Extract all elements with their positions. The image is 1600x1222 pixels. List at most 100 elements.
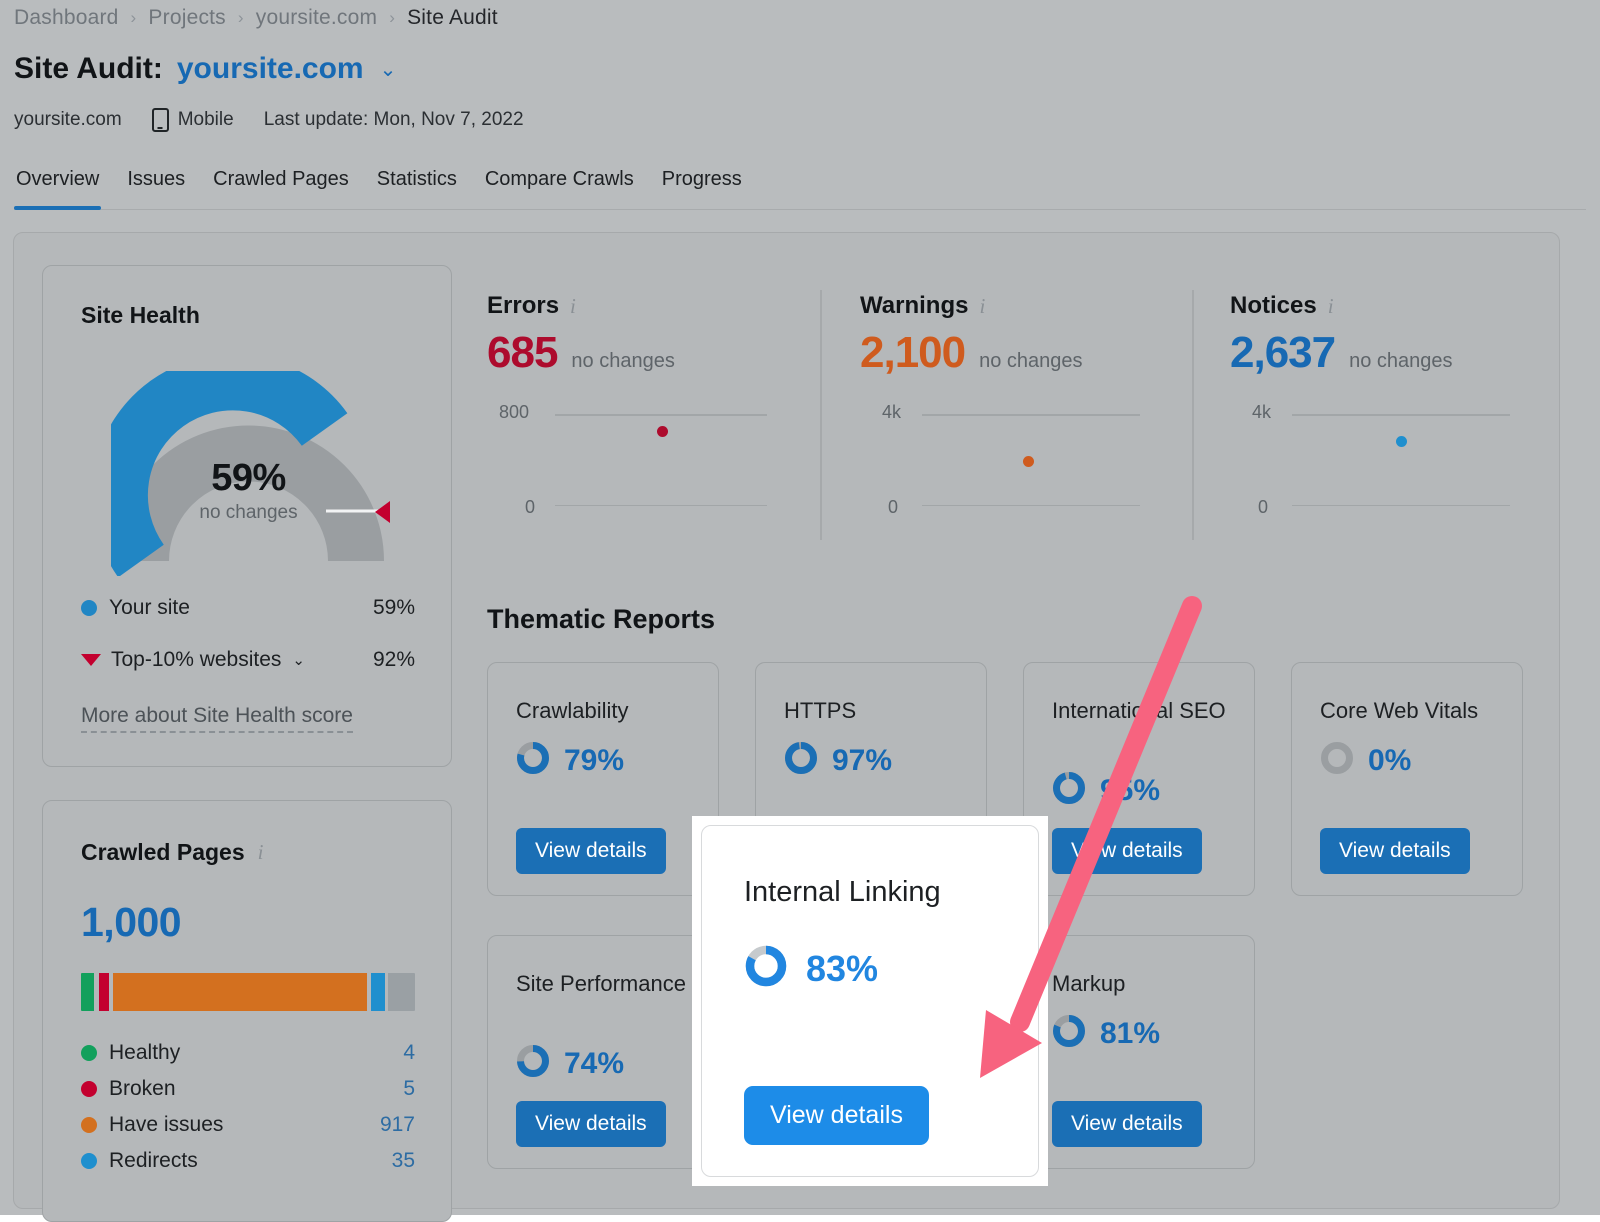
triangle-down-icon xyxy=(81,654,101,666)
thematic-card-pct: 97% xyxy=(832,744,892,778)
legend-value-top10: 92% xyxy=(373,648,415,672)
thematic-card-pct: 81% xyxy=(1100,1017,1160,1051)
thematic-card-score: 0% xyxy=(1320,741,1411,780)
breadcrumb-item-projects[interactable]: Projects xyxy=(148,6,225,30)
legend-value-have-issues: 917 xyxy=(380,1113,415,1137)
meta-last-update-label: Last update: Mon, Nov 7, 2022 xyxy=(264,109,524,131)
legend-dot-redirects xyxy=(81,1153,97,1169)
axis-bottom-line xyxy=(555,505,767,507)
axis-bottom-line xyxy=(922,505,1140,507)
thematic-reports-title: Thematic Reports xyxy=(487,604,715,635)
breadcrumb-item-yoursite[interactable]: yoursite.com xyxy=(256,6,377,30)
project-domain-link[interactable]: yoursite.com xyxy=(177,52,364,86)
tab-crawled-pages[interactable]: Crawled Pages xyxy=(211,168,351,199)
thematic-card-crawlability: Crawlability 79% View details xyxy=(487,662,719,896)
legend-label-top10: Top-10% websites xyxy=(111,648,281,672)
axis-bottom-line xyxy=(1292,505,1510,507)
thematic-card-title: Markup xyxy=(1052,968,1232,999)
breadcrumb-separator-icon: › xyxy=(131,8,137,28)
thematic-card-pct: 0% xyxy=(1368,744,1411,778)
info-icon[interactable]: i xyxy=(1328,294,1334,319)
stat-notices-values: 2,637 no changes xyxy=(1230,328,1530,378)
info-icon[interactable]: i xyxy=(979,294,985,319)
thematic-card-title: International SEO xyxy=(1052,695,1232,726)
crawled-pages-title: Crawled Pages xyxy=(81,839,245,866)
page-title: Site Audit: yoursite.com ⌄ xyxy=(14,52,396,86)
meta-device-label: Mobile xyxy=(178,109,234,131)
site-health-gauge: 59% no changes xyxy=(111,371,386,576)
info-icon[interactable]: i xyxy=(258,840,264,865)
main-tabs: Overview Issues Crawled Pages Statistics… xyxy=(14,168,1586,210)
data-point xyxy=(1023,456,1034,467)
legend-label-broken: Broken xyxy=(109,1077,403,1101)
stat-warnings: Warnings i 2,100 no changes 4k 0 xyxy=(860,292,1160,514)
bar-segment-healthy xyxy=(81,973,94,1011)
axis-top-label: 4k xyxy=(1252,402,1271,423)
legend-dot-healthy xyxy=(81,1045,97,1061)
thematic-card-title: Site Performance xyxy=(516,968,696,999)
tab-statistics[interactable]: Statistics xyxy=(375,168,459,199)
donut-icon xyxy=(1052,771,1086,810)
divider xyxy=(1192,290,1194,540)
stat-notices-value: 2,637 xyxy=(1230,328,1335,378)
legend-row-your-site: Your site 59% xyxy=(81,596,415,620)
axis-top-line xyxy=(555,414,767,416)
view-details-button[interactable]: View details xyxy=(516,1101,666,1147)
chevron-down-icon[interactable]: ⌄ xyxy=(380,57,397,82)
thematic-card-site-performance: Site Performance 74% View details xyxy=(487,935,719,1169)
tab-progress[interactable]: Progress xyxy=(660,168,744,199)
legend-value-healthy: 4 xyxy=(403,1041,415,1065)
view-details-button[interactable]: View details xyxy=(1052,828,1202,874)
legend-row-top10[interactable]: Top-10% websites ⌄ 92% xyxy=(81,648,415,672)
thematic-card-score: 74% xyxy=(516,1044,624,1083)
thematic-card-pct: 79% xyxy=(564,744,624,778)
crawled-pages-legend: Healthy 4 Broken 5 Have issues 917 Redir… xyxy=(81,1041,415,1185)
legend-label-have-issues: Have issues xyxy=(109,1113,380,1137)
bar-segment-blocked xyxy=(388,973,415,1011)
stat-warnings-title: Warnings xyxy=(860,292,968,320)
stat-errors-values: 685 no changes xyxy=(487,328,787,378)
thematic-card-score: 81% xyxy=(1052,1014,1160,1053)
stat-notices-sparkline: 4k 0 xyxy=(1230,404,1530,514)
axis-bottom-label: 0 xyxy=(1258,497,1268,518)
view-details-button[interactable]: View details xyxy=(516,828,666,874)
thematic-card-international-seo: International SEO 95% View details xyxy=(1023,662,1255,896)
axis-top-line xyxy=(922,414,1140,416)
thematic-card-title: Crawlability xyxy=(516,695,696,726)
popup-pct: 83% xyxy=(806,948,878,990)
stat-errors-sparkline: 800 0 xyxy=(487,404,787,514)
site-health-value: 59% xyxy=(111,457,386,500)
meta-last-update: Last update: Mon, Nov 7, 2022 xyxy=(264,109,524,131)
thematic-card-score: 95% xyxy=(1052,771,1160,810)
list-item: Healthy 4 xyxy=(81,1041,415,1065)
breadcrumb-item-dashboard[interactable]: Dashboard xyxy=(14,6,119,30)
stat-notices-change: no changes xyxy=(1349,350,1452,373)
chevron-down-icon[interactable]: ⌄ xyxy=(292,651,305,669)
breadcrumb-separator-icon: › xyxy=(238,8,244,28)
bar-segment-broken xyxy=(99,973,109,1011)
crawled-pages-stacked-bar xyxy=(81,973,415,1011)
tab-compare-crawls[interactable]: Compare Crawls xyxy=(483,168,636,199)
site-audit-page: Dashboard › Projects › yoursite.com › Si… xyxy=(0,0,1600,1215)
thematic-card-score: 97% xyxy=(784,741,892,780)
view-details-button[interactable]: View details xyxy=(1320,828,1470,874)
info-icon[interactable]: i xyxy=(570,294,576,319)
legend-dot-broken xyxy=(81,1081,97,1097)
tab-overview[interactable]: Overview xyxy=(14,168,101,199)
donut-icon xyxy=(1320,741,1354,780)
data-point xyxy=(1396,436,1407,447)
site-health-title: Site Health xyxy=(81,302,200,329)
popup-view-details-button[interactable]: View details xyxy=(744,1086,929,1145)
axis-top-line xyxy=(1292,414,1510,416)
site-health-card: Site Health 59% no changes Your site 59% xyxy=(42,265,452,767)
axis-top-label: 4k xyxy=(882,402,901,423)
tab-issues[interactable]: Issues xyxy=(125,168,187,199)
more-about-site-health-link[interactable]: More about Site Health score xyxy=(81,704,353,733)
donut-icon xyxy=(516,741,550,780)
data-point xyxy=(657,426,668,437)
thematic-card-markup: Markup 81% View details xyxy=(1023,935,1255,1169)
view-details-button[interactable]: View details xyxy=(1052,1101,1202,1147)
project-meta: yoursite.com Mobile Last update: Mon, No… xyxy=(14,108,524,132)
bar-segment-have-issues xyxy=(113,973,367,1011)
meta-device: Mobile xyxy=(152,108,234,132)
